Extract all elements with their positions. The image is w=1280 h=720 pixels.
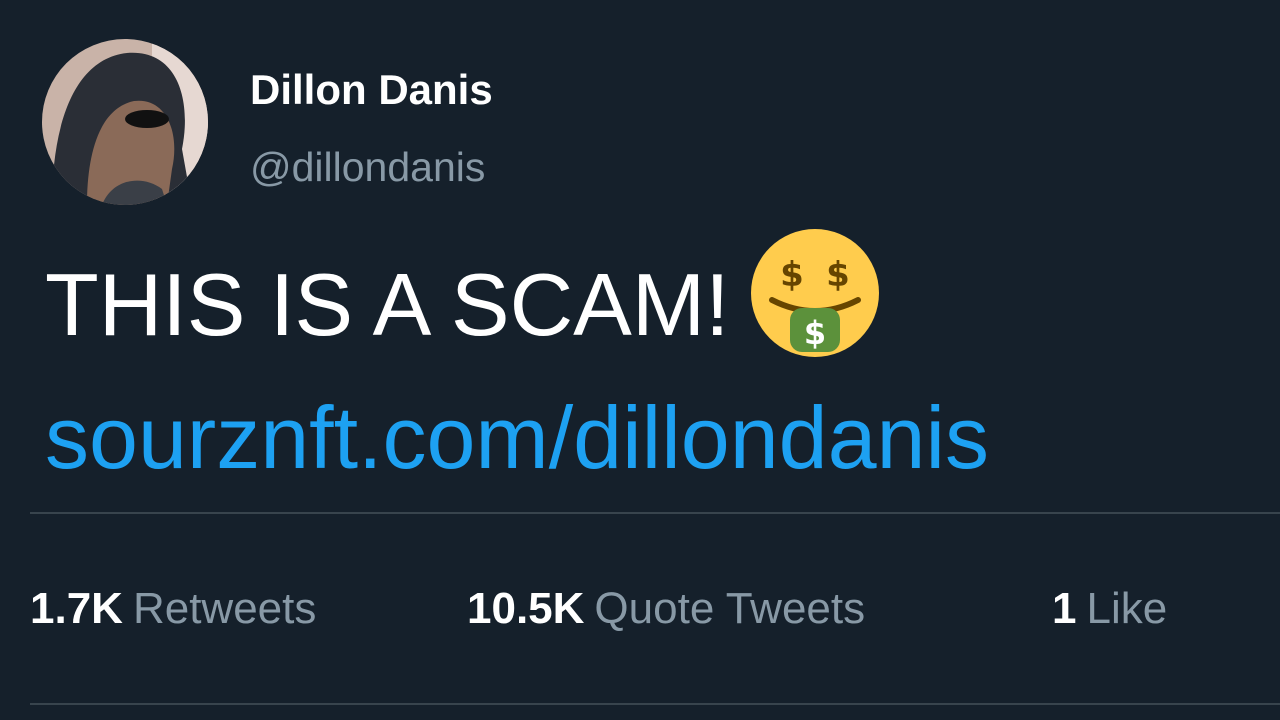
likes-stat[interactable]: 1 Like	[1052, 587, 1167, 631]
divider	[30, 703, 1280, 705]
likes-count: 1	[1052, 584, 1077, 633]
divider	[30, 512, 1280, 514]
quote-tweets-count: 10.5K	[467, 584, 585, 633]
svg-text:$: $	[826, 255, 850, 295]
tweet-link[interactable]: sourznft.com/dillondanis	[45, 394, 989, 482]
retweets-count: 1.7K	[30, 584, 123, 633]
svg-text:$: $	[780, 255, 804, 295]
author-handle[interactable]: @dillondanis	[250, 144, 485, 191]
author-display-name[interactable]: Dillon Danis	[250, 66, 493, 114]
tweet-body: THIS IS A SCAM! $ $ $	[45, 229, 882, 360]
tweet-card: Dillon Danis @dillondanis THIS IS A SCAM…	[0, 0, 1280, 720]
tweet-text: THIS IS A SCAM!	[45, 255, 730, 354]
quote-tweets-stat[interactable]: 10.5K Quote Tweets	[467, 587, 865, 631]
retweets-label: Retweets	[132, 584, 317, 633]
likes-label: Like	[1086, 584, 1168, 633]
svg-text:$: $	[803, 314, 825, 352]
quote-tweets-label: Quote Tweets	[594, 584, 866, 633]
money-mouth-face-icon: $ $ $	[748, 226, 882, 360]
retweets-stat[interactable]: 1.7K Retweets	[30, 587, 316, 631]
avatar[interactable]	[42, 39, 208, 205]
